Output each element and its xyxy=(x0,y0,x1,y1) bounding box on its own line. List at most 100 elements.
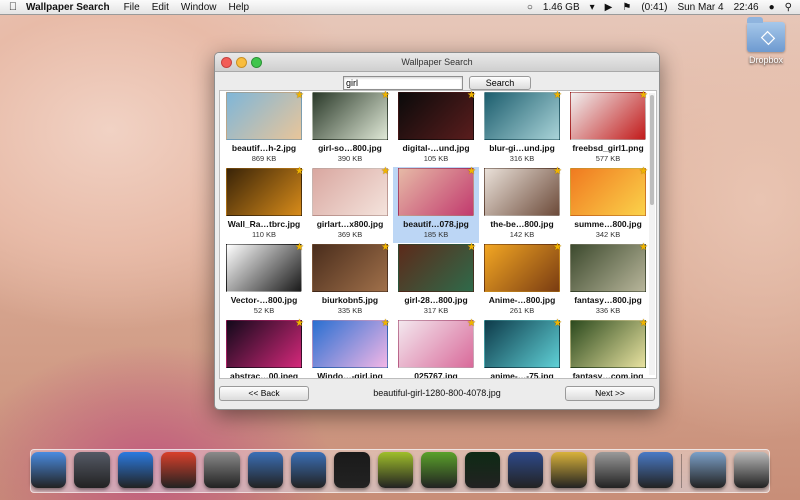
xcode-icon[interactable] xyxy=(247,452,284,488)
minimize-button[interactable] xyxy=(236,57,247,68)
menu-file[interactable]: File xyxy=(124,2,140,13)
dropbox-desktop-item[interactable]: Dropbox xyxy=(738,17,794,65)
wallpaper-filesize: 261 KB xyxy=(509,306,535,315)
favorite-star-icon[interactable]: ★ xyxy=(553,91,562,101)
menu-window[interactable]: Window xyxy=(181,2,217,13)
favorite-star-icon[interactable]: ★ xyxy=(639,318,648,329)
wallpaper-item[interactable]: ★ beautif…078.jpg 185 KB xyxy=(393,166,479,243)
favorite-star-icon[interactable]: ★ xyxy=(553,166,562,177)
wallpaper-thumbnail: ★ xyxy=(226,242,304,292)
wallpaper-filename: the-be…800.jpg xyxy=(490,219,554,229)
favorite-star-icon[interactable]: ★ xyxy=(639,166,648,177)
wallpaper-filesize: 335 KB xyxy=(337,306,363,315)
wallpaper-item[interactable]: ★ fantasy…800.jpg 336 KB xyxy=(565,242,651,319)
search-button[interactable]: Search xyxy=(469,76,531,90)
evernote-icon[interactable] xyxy=(421,452,457,488)
favorite-star-icon[interactable]: ★ xyxy=(467,91,476,101)
wallpaper-item[interactable]: ★anime-…-75.jpg185 KB xyxy=(479,318,565,378)
window-title: Wallpaper Search xyxy=(401,57,473,67)
wallpaper-item[interactable]: ★ Anime-…800.jpg 261 KB xyxy=(479,242,565,319)
close-button[interactable] xyxy=(221,57,232,68)
terminal-icon[interactable] xyxy=(334,452,370,488)
menu-help[interactable]: Help xyxy=(229,2,250,13)
wallpaper-filename: abstrac…00.jpeg xyxy=(229,371,299,379)
chrome-icon[interactable] xyxy=(161,452,197,488)
time-display[interactable]: 22:46 xyxy=(734,2,759,13)
favorite-star-icon[interactable]: ★ xyxy=(295,166,304,177)
menu-edit[interactable]: Edit xyxy=(152,2,169,13)
wallpaper-item[interactable]: ★abstrac…00.jpeg125 KB xyxy=(221,318,307,379)
globe-icon[interactable]: ○ xyxy=(527,2,533,13)
wallpaper-item[interactable]: ★Windo…-girl.jpg333 KB xyxy=(307,318,393,378)
wallpaper-item[interactable]: ★ beautif…h-2.jpg 869 KB xyxy=(221,91,307,167)
favorite-star-icon[interactable]: ★ xyxy=(467,166,476,177)
wallpaper-thumbnail: ★ xyxy=(484,242,562,292)
wallpaper-item[interactable]: ★ freebsd_girl1.png 577 KB xyxy=(565,91,651,167)
flag-icon[interactable]: ⚑ xyxy=(622,2,631,13)
wallpaper-item[interactable]: ★025767.jpg397 KB xyxy=(393,318,479,378)
paw-icon[interactable] xyxy=(377,452,414,488)
finder-icon[interactable] xyxy=(30,452,67,488)
wallpaper-filesize: 185 KB xyxy=(423,230,449,239)
wallpaper-item[interactable]: ★ girlart…x800.jpg 369 KB xyxy=(307,166,393,243)
wallpaper-item[interactable]: ★ Vector-…800.jpg 52 KB xyxy=(221,242,307,319)
search-input[interactable] xyxy=(343,76,463,90)
preview-icon[interactable] xyxy=(637,452,674,488)
title-bar[interactable]: Wallpaper Search xyxy=(215,53,659,72)
favorite-star-icon[interactable]: ★ xyxy=(295,242,304,253)
date-display[interactable]: Sun Mar 4 xyxy=(677,2,723,13)
wallpaper-filename: Wall_Ra…tbrc.jpg xyxy=(227,219,301,229)
results-grid[interactable]: ★ beautif…h-2.jpg 869 KB ★ girl-so…800.jpg 39… xyxy=(219,90,657,379)
app-store-icon[interactable] xyxy=(117,452,154,488)
favorite-star-icon[interactable]: ★ xyxy=(295,318,304,329)
spotlight-icon[interactable]: ⚲ xyxy=(785,2,792,13)
favorite-star-icon[interactable]: ★ xyxy=(639,91,648,101)
wallpaper-filesize: 390 KB xyxy=(337,154,363,163)
wallpaper-item[interactable]: ★ girl-so…800.jpg 390 KB xyxy=(307,91,393,167)
favorite-star-icon[interactable]: ★ xyxy=(639,242,648,253)
wallpaper-thumbnail: ★ xyxy=(398,91,476,140)
app-menu[interactable]: Wallpaper Search xyxy=(26,2,110,13)
favorite-star-icon[interactable]: ★ xyxy=(553,318,562,329)
back-button[interactable]: << Back xyxy=(219,385,309,401)
favorite-star-icon[interactable]: ★ xyxy=(381,242,390,253)
launchpad-icon[interactable] xyxy=(74,452,110,488)
favorite-star-icon[interactable]: ★ xyxy=(467,242,476,253)
zoom-button[interactable] xyxy=(251,57,262,68)
instruments-icon[interactable] xyxy=(507,452,544,488)
xcode-alt-icon[interactable] xyxy=(291,452,327,488)
pen-icon[interactable] xyxy=(551,452,587,488)
favorite-star-icon[interactable]: ★ xyxy=(467,318,476,329)
wallpaper-filename: girl-so…800.jpg xyxy=(318,143,382,153)
favorite-star-icon[interactable]: ★ xyxy=(553,242,562,253)
volume-icon[interactable]: ▶ xyxy=(605,2,613,13)
favorite-star-icon[interactable]: ★ xyxy=(381,166,390,177)
trash-icon[interactable] xyxy=(733,452,770,488)
matrix-icon[interactable] xyxy=(464,452,500,488)
wallpaper-item[interactable]: ★ Wall_Ra…tbrc.jpg 110 KB xyxy=(221,166,307,243)
apple-menu-icon[interactable]:  xyxy=(0,1,26,13)
calculator-icon[interactable] xyxy=(594,452,630,488)
wifi-icon[interactable]: ▾ xyxy=(590,2,595,13)
wallpaper-thumbnail: ★ xyxy=(312,242,390,292)
favorite-star-icon[interactable]: ★ xyxy=(381,318,390,329)
favorite-star-icon[interactable]: ★ xyxy=(295,91,304,101)
wallpaper-item[interactable]: ★ blur-gi…und.jpg 316 KB xyxy=(479,91,565,167)
scrollbar-thumb[interactable] xyxy=(650,95,654,205)
wallpaper-item[interactable]: ★ girl-28…800.jpg 317 KB xyxy=(393,242,479,319)
battery-status[interactable]: (0:41) xyxy=(641,2,667,13)
wallpaper-item[interactable]: ★fantasy…com.jpg251 KB xyxy=(565,318,651,378)
favorite-star-icon[interactable]: ★ xyxy=(381,91,390,101)
wallpaper-item[interactable]: ★ biurkobn5.jpg 335 KB xyxy=(307,242,393,319)
system-preferences-icon[interactable] xyxy=(204,452,240,488)
dock-separator xyxy=(681,454,683,488)
wallpaper-item[interactable]: ★ the-be…800.jpg 142 KB xyxy=(479,166,565,243)
scrollbar[interactable] xyxy=(649,93,655,375)
wallpaper-item[interactable]: ★ summe…800.jpg 342 KB xyxy=(565,166,651,243)
next-button[interactable]: Next >> xyxy=(565,385,655,401)
memory-status[interactable]: 1.46 GB xyxy=(543,2,580,13)
downloads-folder-icon[interactable] xyxy=(690,452,726,488)
wallpaper-item[interactable]: ★ digital-…und.jpg 105 KB xyxy=(393,91,479,167)
user-icon[interactable]: ● xyxy=(769,2,775,13)
wallpaper-search-window: Wallpaper Search Search ★ beautif…h-2.jpg… xyxy=(214,52,660,410)
